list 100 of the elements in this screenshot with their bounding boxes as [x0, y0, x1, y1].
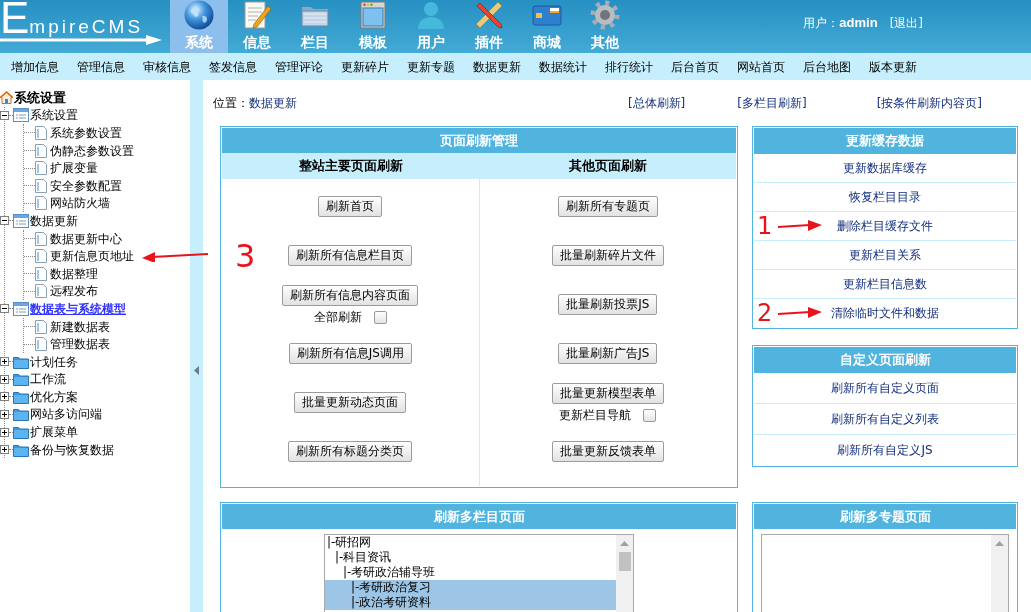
tree-item[interactable]: 管理数据表 [50, 336, 110, 353]
menu-item[interactable]: 管理评论 [275, 58, 323, 75]
page-icon [35, 266, 47, 281]
refresh-button[interactable]: 刷新首页 [318, 196, 383, 217]
tree-item[interactable]: 扩展变量 [50, 160, 98, 177]
option-label: 更新栏目导航 [559, 408, 632, 422]
menu-item[interactable]: 审核信息 [143, 58, 191, 75]
tree-item[interactable]: 计划任务 [30, 353, 78, 370]
panel-link[interactable]: 刷新所有自定义页面 [831, 380, 939, 396]
annotation-number: 3 [235, 240, 256, 273]
tree-item[interactable]: 优化方案 [30, 388, 78, 405]
tree-item[interactable]: 网站多访问端 [30, 406, 102, 423]
list-option[interactable]: |-考研政治复习 [325, 580, 616, 595]
tree-item[interactable]: 扩展菜单 [30, 424, 78, 441]
tree-item[interactable]: 数据整理 [50, 265, 98, 282]
refresh-button[interactable]: 批量刷新广告JS [558, 343, 658, 364]
scrollbar[interactable] [991, 535, 1008, 612]
menu-item[interactable]: 版本更新 [869, 58, 917, 75]
refresh-button[interactable]: 批量更新反馈表单 [551, 441, 664, 462]
triangle-left-icon[interactable] [194, 366, 199, 375]
tree-item[interactable]: 远程发布 [50, 283, 98, 300]
menu-item[interactable]: 签发信息 [209, 58, 257, 75]
menu-item[interactable]: 后台地图 [803, 58, 851, 75]
menu-item[interactable]: 管理信息 [77, 58, 125, 75]
scroll-thumb[interactable] [618, 552, 631, 571]
refresh-button[interactable]: 批量更新模型表单 [551, 383, 664, 404]
checkbox[interactable] [373, 310, 387, 324]
refresh-button[interactable]: 刷新所有专题页 [557, 196, 658, 217]
folder-icon [13, 372, 29, 387]
panel-title: 更新缓存数据 [754, 128, 1016, 154]
refresh-button[interactable]: 刷新所有标题分类页 [288, 441, 413, 462]
panel-title: 自定义页面刷新 [754, 347, 1016, 373]
tree-item[interactable]: 工作流 [30, 371, 66, 388]
tree-item[interactable]: 伪静态参数设置 [50, 142, 134, 159]
list-option[interactable]: |-考研政治辅导班 [325, 565, 616, 580]
pencil-ruler-icon [474, 0, 504, 30]
panel-link[interactable]: 刷新所有自定义列表 [831, 411, 939, 427]
triangle-up-icon[interactable] [620, 541, 629, 546]
menu-item[interactable]: 更新专题 [407, 58, 455, 75]
breadcrumb-label: 位置： [213, 94, 249, 112]
minus-box-icon[interactable] [0, 110, 9, 120]
triangle-up-icon[interactable] [995, 541, 1004, 546]
breadcrumb-link[interactable]: 数据更新 [249, 94, 297, 112]
tree-item[interactable]: 安全参数配置 [50, 177, 122, 194]
checkbox[interactable] [643, 408, 657, 422]
minus-box-icon[interactable] [0, 216, 9, 226]
panel-title: 刷新多专题页面 [754, 504, 1016, 529]
menu-item[interactable]: 增加信息 [11, 58, 59, 75]
menu-item[interactable]: 数据更新 [473, 58, 521, 75]
page-icon [35, 126, 47, 140]
refresh-button[interactable]: 刷新所有信息内容页面 [282, 285, 419, 306]
refresh-button[interactable]: 刷新所有信息栏目页 [288, 245, 413, 266]
page-icon [35, 284, 47, 299]
panel-link[interactable]: 清除临时文件和数据 [831, 305, 939, 321]
column-listbox[interactable]: |-研招网 |-科目资讯 |-考研政治辅导班 |-考研政治复习 |-政治考研资料 [324, 534, 634, 612]
list-window-icon [13, 213, 29, 228]
folder-icon [13, 442, 29, 457]
tree-item[interactable]: 系统设置 [14, 89, 66, 106]
tree-item[interactable]: 更新信息页地址 [50, 248, 134, 265]
tree-item[interactable]: 数据表与系统模型 [30, 300, 126, 317]
tree-item[interactable]: 数据更新中心 [50, 230, 122, 247]
tree-item[interactable]: 备份与恢复数据 [30, 441, 114, 458]
menu-item[interactable]: 更新碎片 [341, 58, 389, 75]
quick-link[interactable]: [多栏目刷新] [737, 94, 807, 112]
menu-item[interactable]: 排行统计 [605, 58, 653, 75]
plus-box-icon[interactable] [0, 357, 9, 367]
plus-box-icon[interactable] [0, 374, 9, 384]
menu-item[interactable]: 网站首页 [737, 58, 785, 75]
folder-icon [13, 389, 29, 404]
tree-item[interactable]: 系统参数设置 [50, 125, 122, 141]
refresh-button[interactable]: 批量更新动态页面 [294, 392, 407, 413]
panel-link[interactable]: 删除栏目缓存文件 [837, 218, 933, 234]
panel-link[interactable]: 更新数据库缓存 [843, 160, 927, 176]
list-option[interactable]: |-政治考研资料 [325, 595, 616, 610]
panel-link[interactable]: 刷新所有自定义JS [837, 442, 933, 458]
globe-icon [184, 0, 214, 30]
refresh-button[interactable]: 刷新所有信息JS调用 [288, 343, 412, 364]
plus-box-icon[interactable] [0, 392, 9, 402]
tree-item[interactable]: 新建数据表 [50, 318, 110, 335]
plus-box-icon[interactable] [0, 445, 9, 455]
minus-box-icon[interactable] [0, 304, 9, 314]
list-option[interactable]: |-研招网 [325, 535, 616, 550]
page-icon [35, 231, 47, 246]
menu-item[interactable]: 后台首页 [671, 58, 719, 75]
list-option[interactable]: |-科目资讯 [325, 550, 616, 565]
tree-item[interactable]: 数据更新 [30, 212, 78, 229]
tree-item[interactable]: 网站防火墙 [50, 195, 110, 212]
quick-link[interactable]: [按条件刷新内容页] [876, 94, 982, 112]
quick-link[interactable]: [总体刷新] [627, 94, 686, 112]
menu-item[interactable]: 数据统计 [539, 58, 587, 75]
refresh-button[interactable]: 批量刷新投票JS [558, 294, 658, 315]
plus-box-icon[interactable] [0, 427, 9, 437]
plus-box-icon[interactable] [0, 410, 9, 419]
panel-link[interactable]: 恢复栏目目录 [849, 189, 921, 205]
panel-link[interactable]: 更新栏目信息数 [843, 276, 927, 292]
tree-item[interactable]: 系统设置 [30, 107, 78, 124]
scrollbar[interactable] [616, 535, 633, 612]
panel-link[interactable]: 更新栏目关系 [849, 247, 921, 263]
topic-listbox[interactable] [761, 534, 1009, 612]
refresh-button[interactable]: 批量刷新碎片文件 [551, 245, 664, 266]
